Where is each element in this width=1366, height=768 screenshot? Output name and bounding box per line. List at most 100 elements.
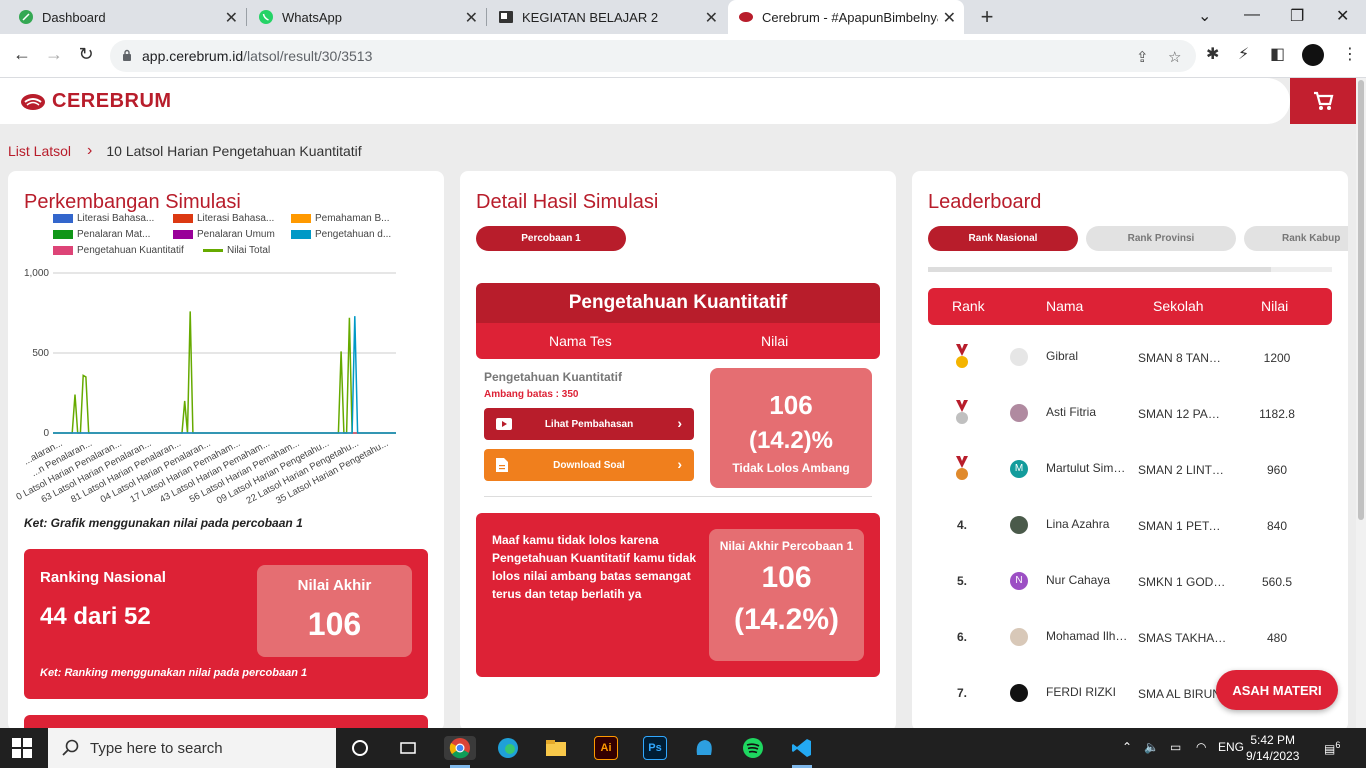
attempt-pill[interactable]: Percobaan 1 xyxy=(476,226,626,251)
cerebrum-logo[interactable]: CEREBRUM xyxy=(20,90,172,113)
notification-icon[interactable]: ▤6 xyxy=(1324,740,1340,756)
tab-rank-kabupaten[interactable]: Rank Kabup xyxy=(1244,226,1348,251)
close-icon[interactable]: ✕ xyxy=(943,8,956,28)
ranking-box: Ranking Nasional 44 dari 52 Nilai Akhir … xyxy=(24,549,428,699)
subject-header: Nama Tes Nilai xyxy=(476,323,880,359)
leaderboard-row[interactable]: 4. Lina Azahra SMAN 1 PETANANG 840 xyxy=(928,497,1332,553)
file-explorer-icon[interactable] xyxy=(544,736,568,760)
leaderboard-tab-scrollbar[interactable] xyxy=(928,267,1332,272)
url-field[interactable]: app.cerebrum.id/latsol/result/30/3513 ⇪ … xyxy=(110,40,1196,72)
close-icon[interactable]: ✕ xyxy=(705,8,718,28)
card-title: Leaderboard xyxy=(928,191,1042,213)
download-soal-button[interactable]: Download Soal › xyxy=(484,449,694,481)
col-nilai: Nilai xyxy=(761,333,789,349)
reload-button[interactable]: ↻ xyxy=(74,44,98,65)
cortana-icon[interactable] xyxy=(348,736,372,760)
leaderboard-name: Asti Fitria xyxy=(1046,405,1097,419)
windows-taskbar: Type here to search Ai Ps ⌃ 🔈 ▭ ◠ ENG 5:… xyxy=(0,728,1366,768)
menu-icon[interactable]: ⋮ xyxy=(1342,44,1358,64)
clock[interactable]: 5:42 PM 9/14/2023 xyxy=(1246,732,1299,764)
photoshop-icon[interactable]: Ps xyxy=(643,736,667,760)
tab-rank-provinsi[interactable]: Rank Provinsi xyxy=(1086,226,1236,251)
minimize-button[interactable]: — xyxy=(1244,6,1260,24)
share-icon[interactable]: ⇪ xyxy=(1136,48,1149,66)
leaderboard-row[interactable]: Gibral SMAN 8 TANGERANG 1200 xyxy=(928,329,1332,385)
breadcrumb-list-latsol[interactable]: List Latsol xyxy=(8,143,71,159)
wifi-icon[interactable]: ◠ xyxy=(1196,740,1206,754)
tab-dashboard[interactable]: Dashboard ✕ xyxy=(8,0,247,34)
perkembangan-card: Perkembangan Simulasi Literasi Bahasa...… xyxy=(8,171,444,731)
file-icon xyxy=(496,458,508,472)
tab-search-icon[interactable]: ⌄ xyxy=(1198,6,1211,26)
avatar xyxy=(1010,516,1028,534)
rank-number: 5. xyxy=(956,574,967,588)
leaderboard-score: 960 xyxy=(1266,463,1288,477)
new-tab-button[interactable]: + xyxy=(976,4,998,30)
leaderboard-row[interactable]: M Martulut Simanjuntak SMAN 2 LINTONG 960 xyxy=(928,441,1332,497)
asah-materi-button[interactable]: ASAH MATERI xyxy=(1216,670,1338,710)
leaderboard-row[interactable]: Asti Fitria SMAN 12 PADANG 1182.8 xyxy=(928,385,1332,441)
legend-item[interactable]: Penalaran Umum xyxy=(173,229,275,240)
leaderboard-school: SMAN 8 TANGERANG xyxy=(1138,351,1228,365)
language-indicator[interactable]: ENG xyxy=(1218,740,1244,754)
tab-cerebrum[interactable]: Cerebrum - #ApapunBimbelnyaT ✕ xyxy=(728,0,964,34)
legend-item[interactable]: Pengetahuan Kuantitatif xyxy=(53,245,184,256)
edge-icon[interactable] xyxy=(496,736,520,760)
leaderboard-row[interactable]: 5. N Nur Cahaya SMKN 1 GODEAN 560.5 xyxy=(928,553,1332,609)
legend-item[interactable]: Penalaran Mat... xyxy=(53,229,150,240)
play-icon xyxy=(496,418,512,430)
cart-icon xyxy=(1314,91,1334,110)
col-rank: Rank xyxy=(952,298,985,314)
legend-item[interactable]: Pengetahuan d... xyxy=(291,229,391,240)
leaderboard-school: SMKN 1 GODEAN xyxy=(1138,575,1228,589)
legend-item[interactable]: Pemahaman B... xyxy=(291,213,389,224)
task-view-icon[interactable] xyxy=(396,736,420,760)
windows-start-icon[interactable] xyxy=(12,738,32,758)
illustrator-icon[interactable]: Ai xyxy=(594,736,618,760)
rank-number: 4. xyxy=(956,518,967,532)
vscode-icon[interactable] xyxy=(790,736,814,760)
ranking-value: 44 dari 52 xyxy=(40,603,151,630)
bookmark-star-icon[interactable]: ☆ xyxy=(1168,48,1181,66)
legend-item[interactable]: Literasi Bahasa... xyxy=(53,213,154,224)
tab-kegiatan-belajar[interactable]: KEGIATAN BELAJAR 2 ✕ xyxy=(488,0,726,34)
window-close-button[interactable]: ✕ xyxy=(1336,6,1349,26)
bronze-medal-icon xyxy=(952,441,972,497)
extension-icon[interactable]: ⚡ xyxy=(1238,44,1249,64)
leaderboard-name: Martulut Simanjuntak xyxy=(1046,461,1130,475)
breadcrumb: List Latsol › 10 Latsol Harian Pengetahu… xyxy=(8,142,362,160)
subject-table: Pengetahuan Kuantitatif Nama Tes Nilai xyxy=(476,283,880,359)
forward-button[interactable]: → xyxy=(42,44,66,65)
spotify-icon[interactable] xyxy=(741,736,765,760)
tab-rank-nasional[interactable]: Rank Nasional xyxy=(928,226,1078,251)
lihat-pembahasan-button[interactable]: Lihat Pembahasan › xyxy=(484,408,694,440)
browser-tab-strip: Dashboard ✕ WhatsApp ✕ KEGIATAN BELAJAR … xyxy=(0,0,1366,34)
y-tick-label: 1,000 xyxy=(24,268,49,279)
page-scrollbar[interactable] xyxy=(1356,78,1366,728)
extensions-icon[interactable]: ✱ xyxy=(1206,44,1219,64)
volume-icon[interactable]: 🔈 xyxy=(1144,740,1159,754)
test-name: Pengetahuan Kuantitatif xyxy=(484,370,623,384)
legend-item[interactable]: Literasi Bahasa... xyxy=(173,213,274,224)
taskbar-search[interactable]: Type here to search xyxy=(48,728,336,768)
tab-whatsapp[interactable]: WhatsApp ✕ xyxy=(248,0,487,34)
avatar xyxy=(1010,628,1028,646)
battery-icon[interactable]: ▭ xyxy=(1170,740,1181,754)
leaderboard-row[interactable]: 6. Mohamad Ilham SMAS TAKHASSUS 480 xyxy=(928,609,1332,665)
lock-icon xyxy=(123,49,131,61)
card-title: Detail Hasil Simulasi xyxy=(476,191,659,213)
show-hidden-icons[interactable]: ⌃ xyxy=(1122,740,1132,754)
profile-avatar[interactable] xyxy=(1302,44,1324,66)
app-icon[interactable] xyxy=(692,736,716,760)
score-value: 106 xyxy=(769,390,813,420)
close-icon[interactable]: ✕ xyxy=(225,8,238,28)
divider xyxy=(484,496,872,497)
leaderboard-score: 560.5 xyxy=(1261,575,1293,589)
sidepanel-icon[interactable]: ◧ xyxy=(1270,44,1285,64)
restore-button[interactable]: ❐ xyxy=(1290,6,1304,26)
cart-button[interactable] xyxy=(1290,78,1356,124)
close-icon[interactable]: ✕ xyxy=(465,8,478,28)
back-button[interactable]: ← xyxy=(10,44,34,65)
legend-item[interactable]: Nilai Total xyxy=(203,245,270,256)
chrome-icon[interactable] xyxy=(444,736,476,760)
